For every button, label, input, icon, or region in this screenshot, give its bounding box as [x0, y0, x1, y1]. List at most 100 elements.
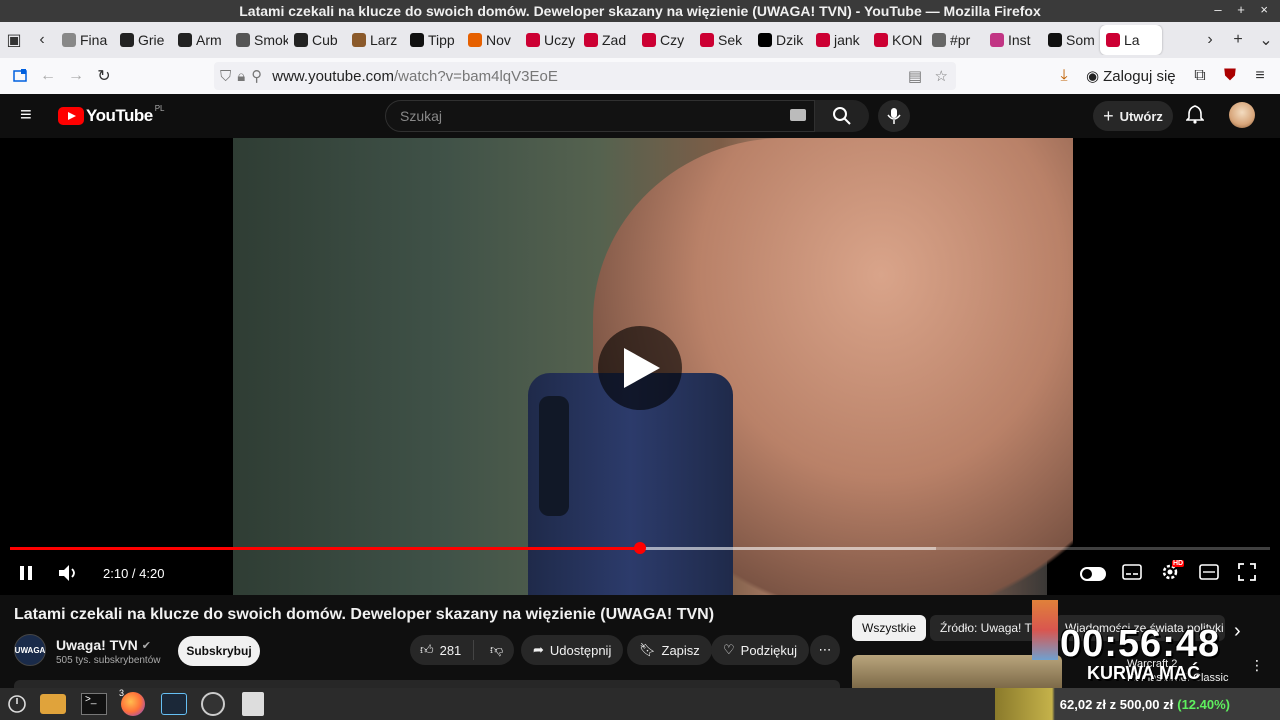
- tab-label: Inst: [1008, 32, 1031, 48]
- thanks-button[interactable]: ♡ Podziękuj: [711, 635, 810, 665]
- browser-tab[interactable]: La: [1100, 25, 1162, 55]
- youtube-header: ≡ YouTube PL Szukaj + Utwórz: [0, 94, 1280, 138]
- time-display: 2:10 / 4:20: [103, 566, 165, 581]
- menu-icon[interactable]: ≡: [1246, 62, 1274, 90]
- search-placeholder: Szukaj: [400, 108, 443, 124]
- ublock-icon[interactable]: ⛊: [1216, 62, 1244, 90]
- pause-button[interactable]: [18, 564, 34, 585]
- browser-tab[interactable]: Smoke: [230, 25, 288, 55]
- subtitles-icon[interactable]: [1122, 564, 1142, 583]
- subscribe-button[interactable]: Subskrybuj: [178, 636, 260, 666]
- keyboard-icon[interactable]: [790, 109, 806, 121]
- youtube-logo[interactable]: YouTube PL: [58, 104, 165, 126]
- browser-tab[interactable]: Dzik: [752, 25, 810, 55]
- reader-icon[interactable]: ▤: [908, 67, 922, 85]
- firefox-icon[interactable]: 3: [118, 688, 148, 718]
- save-button[interactable]: 🔖︎ Zapisz: [627, 635, 712, 665]
- recommended-more-icon[interactable]: ⋮: [1250, 657, 1264, 674]
- volume-button[interactable]: [58, 564, 80, 585]
- search-input[interactable]: Szukaj: [385, 100, 815, 132]
- obs-icon[interactable]: [198, 690, 228, 718]
- browser-tab[interactable]: Zad: [578, 25, 636, 55]
- browser-tab[interactable]: Grie: [114, 25, 172, 55]
- sidebar-icon[interactable]: [6, 62, 34, 90]
- url-path: /watch?v=bam4lqV3EoE: [393, 67, 558, 85]
- chips-next-icon[interactable]: ›: [1234, 620, 1241, 643]
- lock-icon: 🔒︎: [237, 67, 246, 85]
- channel-avatar[interactable]: UWAGA: [14, 634, 46, 666]
- browser-tab[interactable]: KON: [868, 25, 926, 55]
- volume-icon: [59, 565, 75, 581]
- browser-tab[interactable]: Arm: [172, 25, 230, 55]
- progress-bar[interactable]: [10, 542, 1270, 554]
- tab-overflow-icon[interactable]: ⌄: [1252, 26, 1280, 54]
- microphone-icon: [887, 108, 901, 124]
- tab-bar: ▣ ‹ Fina Grie Arm Smoke Cub Larz Tipp Nov Uczy Za…: [0, 22, 1280, 58]
- browser-tab[interactable]: jank: [810, 25, 868, 55]
- progress-scrubber[interactable]: [634, 542, 646, 554]
- tab-list-icon[interactable]: ▣: [0, 26, 28, 54]
- browser-tab[interactable]: Inst: [984, 25, 1042, 55]
- steam-icon[interactable]: [159, 690, 189, 718]
- bookmark-icon: 🔖︎: [639, 642, 656, 657]
- settings-gear-icon[interactable]: HD: [1160, 560, 1185, 585]
- login-button[interactable]: ◉ Zaloguj się: [1086, 67, 1176, 86]
- calculator-icon[interactable]: [238, 690, 268, 718]
- power-icon[interactable]: [2, 690, 32, 718]
- voice-search-button[interactable]: [878, 100, 910, 132]
- tab-favicon-icon: [700, 33, 714, 47]
- notifications-bell-icon[interactable]: [1185, 104, 1205, 129]
- tab-label: Larz: [370, 32, 398, 48]
- browser-tab[interactable]: Uczy: [520, 25, 578, 55]
- extensions-icon[interactable]: ⧉: [1186, 62, 1214, 90]
- tab-label: Fina: [80, 32, 108, 48]
- avatar[interactable]: [1229, 102, 1255, 128]
- download-icon[interactable]: ⤓: [1050, 62, 1078, 90]
- video-player[interactable]: 2:10 / 4:20 HD: [0, 138, 1280, 595]
- browser-tab[interactable]: Sek: [694, 25, 752, 55]
- browser-tab[interactable]: Czy: [636, 25, 694, 55]
- more-actions-button[interactable]: ⋯: [810, 635, 840, 665]
- tab-label: #pr: [950, 32, 971, 48]
- share-button[interactable]: ➦ Udostępnij: [521, 635, 624, 665]
- terminal-icon[interactable]: >_: [79, 690, 109, 718]
- recommended-thumbnail[interactable]: [852, 655, 1062, 688]
- browser-tab[interactable]: Larz: [346, 25, 404, 55]
- channel-name-row[interactable]: Uwaga! TVN ✔: [56, 637, 151, 653]
- chip-all[interactable]: Wszystkie: [852, 615, 926, 641]
- browser-tab[interactable]: Cub: [288, 25, 346, 55]
- description-box[interactable]: [14, 680, 840, 688]
- url-domain: www.youtube.com: [272, 67, 394, 85]
- browser-tab[interactable]: Nov: [462, 25, 520, 55]
- files-icon[interactable]: [38, 690, 68, 718]
- back-icon[interactable]: ←: [34, 62, 62, 90]
- fullscreen-icon[interactable]: [1238, 563, 1256, 584]
- search-button[interactable]: [815, 100, 869, 132]
- share-arrow-icon: ➦: [533, 642, 544, 657]
- tab-favicon-icon: [62, 33, 76, 47]
- forward-icon[interactable]: →: [62, 62, 90, 90]
- dislike-button[interactable]: 👎︎: [480, 642, 503, 658]
- shield-icon[interactable]: ⛉: [220, 68, 231, 85]
- create-button[interactable]: + Utwórz: [1093, 101, 1173, 131]
- permissions-icon[interactable]: ⚲: [251, 67, 262, 85]
- tab-favicon-icon: [816, 33, 830, 47]
- tab-scroll-right-icon[interactable]: ›: [1196, 26, 1224, 54]
- big-play-button[interactable]: [598, 326, 682, 410]
- browser-tab[interactable]: Fina: [56, 25, 114, 55]
- new-tab-icon[interactable]: +: [1224, 26, 1252, 54]
- browser-tab[interactable]: Som: [1042, 25, 1100, 55]
- browser-tab[interactable]: #pr: [926, 25, 984, 55]
- autoplay-toggle[interactable]: [1080, 567, 1106, 581]
- url-bar[interactable]: ⛉ 🔒︎ ⚲ www.youtube.com /watch?v=bam4lqV3…: [214, 62, 956, 90]
- like-button[interactable]: 👍︎ 281: [410, 640, 474, 660]
- reload-icon[interactable]: ↻: [90, 62, 118, 90]
- heart-dollar-icon: ♡: [723, 642, 735, 657]
- tab-scroll-left-icon[interactable]: ‹: [28, 26, 56, 54]
- window-controls[interactable]: – + ×: [1214, 2, 1274, 17]
- theater-mode-icon[interactable]: [1199, 564, 1219, 583]
- browser-tab[interactable]: Tipp: [404, 25, 462, 55]
- hamburger-menu-icon[interactable]: ≡: [20, 105, 32, 125]
- channel-name[interactable]: Uwaga! TVN: [56, 637, 138, 653]
- bookmark-star-icon[interactable]: ☆: [935, 67, 948, 85]
